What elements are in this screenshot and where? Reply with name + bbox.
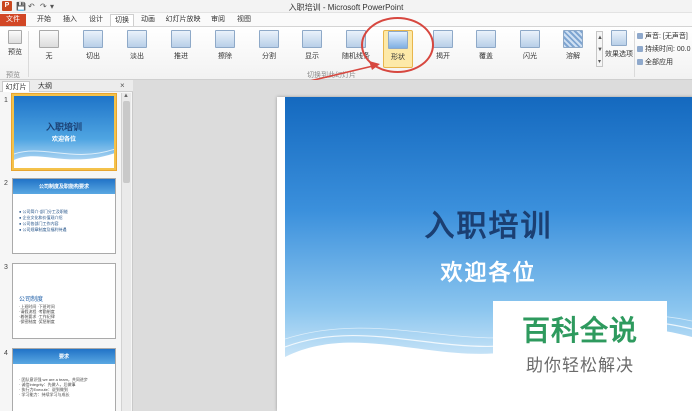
watermark-main: 百科全说 <box>521 315 638 346</box>
slide-number: 3 <box>4 264 8 271</box>
slide-number: 2 <box>4 180 8 187</box>
slide-thumbnail-3[interactable]: 公司制度 ·上班时间 ·下班时间 ·请假流程 ·考勤制度 ·着装要求 ·工作纪律… <box>12 263 116 339</box>
thumbnail-bullets: ● 公司简介·部门分工及职能 ● 企业文化和价值观介绍 ● 公司各部门工作内容 … <box>19 209 68 232</box>
watermark: 百科全说 助你轻松解决 <box>493 301 667 385</box>
thumbnail-body: ·上班时间 ·下班时间 ·请假流程 ·考勤制度 ·着装要求 ·工作纪律 ·保密制… <box>19 304 55 324</box>
thumbnail-title: 公司制度 <box>19 297 44 303</box>
slide-thumbnail-4[interactable]: 要求 · 团队意识强 we are a team，共同进步 · 诚信Integr… <box>12 348 116 411</box>
watermark-sub: 助你轻松解决 <box>526 356 634 375</box>
scrollbar-thumb[interactable] <box>123 101 130 183</box>
thumbnail-body: · 团队意识强 we are a team，共同进步 · 诚信Integrity… <box>19 377 88 397</box>
slide-thumbnail-2[interactable]: 公司制度及职能构要求 ● 公司简介·部门分工及职能 ● 企业文化和价值观介绍 ●… <box>12 178 116 254</box>
tab-slides[interactable]: 幻灯片 <box>2 81 30 92</box>
slide-number: 4 <box>4 350 8 357</box>
thumbnail-title: 要求 <box>58 354 69 360</box>
slide-subtitle[interactable]: 欢迎各位 <box>285 255 692 287</box>
slide-pane-tabs: 幻灯片 大纲 × <box>0 80 133 92</box>
slide-title[interactable]: 入职培训 <box>285 201 692 245</box>
thumbnail-title: 入职培训 <box>45 122 82 132</box>
slide-pane: 幻灯片 大纲 × 1 入职培训 欢迎各位 2 公司制度及职能构要求 ● 公司简介… <box>0 80 133 411</box>
thumbnail-title: 公司制度及职能构要求 <box>38 184 89 190</box>
slide-thumbnail-1[interactable]: 入职培训 欢迎各位 <box>12 94 116 170</box>
slide-number: 1 <box>4 97 8 104</box>
scroll-up-icon[interactable]: ▲ <box>123 93 129 99</box>
tab-outline[interactable]: 大纲 <box>34 81 56 92</box>
thumbnail-wave <box>14 148 114 168</box>
close-icon[interactable]: × <box>120 81 125 90</box>
slide-pane-scrollbar[interactable]: ▲ <box>121 93 131 411</box>
thumbnail-subtitle: 欢迎各位 <box>51 137 76 143</box>
slide-editing-area: 入职培训 欢迎各位 百科全说 助你轻松解决 <box>133 80 692 411</box>
